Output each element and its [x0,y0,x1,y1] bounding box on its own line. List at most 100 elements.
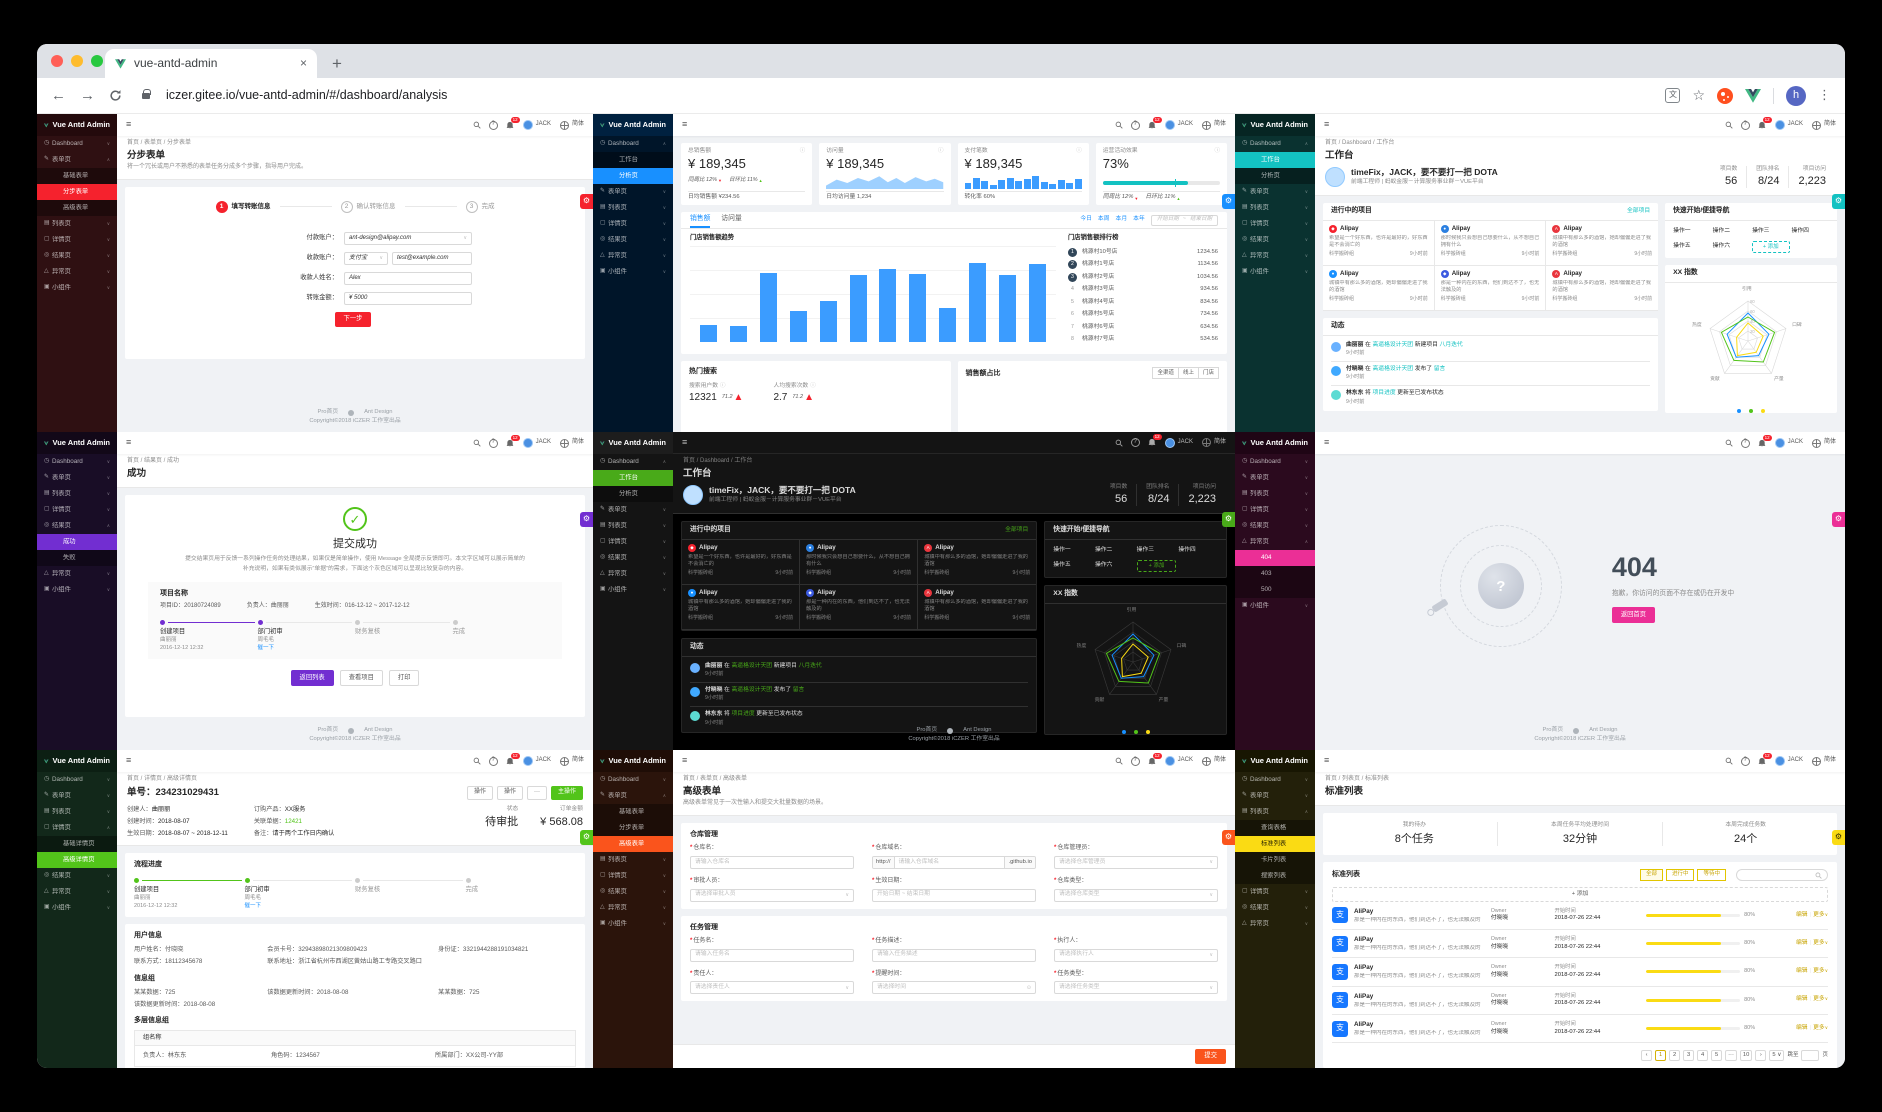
sidebar-item[interactable]: ▤ 列表页 ∨ [593,852,673,868]
browser-menu-icon[interactable]: ⋮ [1818,87,1831,104]
search-icon[interactable] [473,121,481,129]
user-avatar[interactable] [1774,756,1785,766]
payee-name-input[interactable]: Alex [344,271,472,285]
new-tab-button[interactable]: + [323,50,351,78]
sidebar-item[interactable]: 基础详情页 [37,836,117,852]
theme-settings-button[interactable]: ⚙ [1222,512,1235,527]
language-icon[interactable] [1811,438,1821,448]
footer-link[interactable]: Ant Design [963,727,991,735]
all-projects-link[interactable]: 全部项目 [1005,527,1028,535]
sidebar-item[interactable]: ▣ 小组件 ∨ [37,582,117,598]
search-icon[interactable] [1115,439,1123,447]
app-logo[interactable]: Vue Antd Admin [593,432,673,454]
maximize-window-button[interactable] [91,55,103,67]
bookmark-star-icon[interactable]: ☆ [1692,86,1705,104]
question-icon[interactable]: ? [1130,756,1140,766]
sidebar-item[interactable]: ▢ 详情页 ∨ [1235,884,1315,900]
language-icon[interactable] [559,120,569,130]
form-input[interactable]: 请选择仓库类型 ∨ [1054,888,1218,902]
form-input[interactable]: 请选择执行人 ∨ [1054,948,1218,962]
range-link[interactable]: 本年 [1133,216,1145,224]
sidebar-item[interactable]: ◷ Dashboard ∧ [593,454,673,470]
sidebar-item[interactable]: ◎ 结果页 ∨ [37,248,117,264]
range-link[interactable]: 今日 [1080,216,1092,224]
page-button[interactable]: 5 [1711,1050,1723,1062]
sidebar-item[interactable]: ◎ 结果页 ∨ [593,232,673,248]
sidebar-item[interactable]: ▢ 详情页 ∨ [593,534,673,550]
sidebar-item[interactable]: 分析页 [1235,168,1315,184]
vue-devtools-icon[interactable] [1745,88,1761,103]
tab-sales[interactable]: 销售额 [690,212,711,228]
rank-row[interactable]: 4 桃源村3号店 934.56 [1068,284,1218,297]
language-label[interactable]: 简体 [1824,757,1836,765]
github-icon[interactable] [947,727,954,734]
sidebar-item[interactable]: ▤ 列表页 ∧ [1235,804,1315,820]
sidebar-item[interactable]: ▣ 小组件 ∨ [1235,264,1315,280]
quick-op-link[interactable]: 操作一 [1053,545,1093,557]
sidebar-item[interactable]: △ 异常页 ∨ [37,264,117,280]
app-logo[interactable]: Vue Antd Admin [1235,432,1315,454]
sidebar-item[interactable]: 分析页 [593,168,673,184]
view-project-button[interactable]: 查看项目 [339,670,383,686]
sidebar-item[interactable]: ◎ 结果页 ∧ [37,518,117,534]
sidebar-item[interactable]: ◎ 结果页 ∨ [1235,518,1315,534]
rank-row[interactable]: 5 桃源村4号店 834.56 [1068,296,1218,309]
more-link[interactable]: 更多 [1813,1025,1825,1031]
user-avatar[interactable] [1774,438,1785,448]
sidebar-item[interactable]: ◷ Dashboard ∨ [1235,772,1315,788]
sidebar-item[interactable]: 卡片列表 [1235,852,1315,868]
form-input[interactable]: 请输入任务描述 [872,948,1036,962]
sidebar-item[interactable]: 高级详情页 [37,852,117,868]
menu-fold-icon[interactable]: ≡ [126,437,131,449]
menu-fold-icon[interactable]: ≡ [1324,437,1329,449]
app-logo[interactable]: Vue Antd Admin [37,432,117,454]
sidebar-item[interactable]: ▣ 小组件 ∨ [37,280,117,296]
project-card[interactable]: A Alipay 城镇中有那么多的酒馆，她却偏偏走进了我的酒馆 科学搬砖组 9小时前 [1546,266,1659,311]
browser-tab[interactable]: vue-antd-admin × [105,49,317,78]
amount-input[interactable]: ¥ 5000 [344,291,472,305]
tab-visits[interactable]: 访问量 [721,212,741,228]
payer-account-select[interactable]: ant-design@alipay.com ∨ [344,231,472,245]
sidebar-item[interactable]: 成功 [37,534,117,550]
app-logo[interactable]: Vue Antd Admin [1235,114,1315,136]
extension-icon-orange[interactable] [1717,87,1733,104]
breadcrumb[interactable]: 首页 / 表单页 / 分步表单 [127,140,583,148]
footer-link[interactable]: Pro首页 [917,727,938,735]
theme-settings-button[interactable]: ⚙ [580,512,593,527]
bell-icon[interactable]: 12 [506,116,520,130]
project-card[interactable]: ◆ Alipay 希望是一个好东西，也许是最好的，好东西是不会消亡的 科学搬砖组 9… [1323,220,1435,266]
project-card[interactable]: ◆ Alipay 那是一种内在的东西，他们到达不了，也无法触及的 科学搬砖组 9小时… [1434,265,1547,311]
translate-icon[interactable]: 文 [1665,88,1681,103]
info-icon[interactable]: ⓘ [938,148,944,156]
menu-fold-icon[interactable]: ≡ [126,119,131,131]
sidebar-item[interactable]: ▣ 小组件 ∨ [37,900,117,916]
user-avatar[interactable] [522,120,533,130]
question-icon[interactable]: ? [1740,756,1750,766]
menu-fold-icon[interactable]: ≡ [682,119,687,131]
prev-page-button[interactable]: ‹ [1641,1050,1653,1062]
payee-type-select[interactable]: 支付宝 ∨ [344,251,388,265]
footer-link[interactable]: Ant Design [1589,727,1617,735]
sidebar-item[interactable]: ✎ 表单页 ∨ [37,470,117,486]
search-icon[interactable] [473,757,481,765]
question-icon[interactable]: ? [1130,120,1140,130]
user-avatar[interactable] [522,756,533,766]
sidebar-item[interactable]: ▢ 详情页 ∨ [37,502,117,518]
print-button[interactable]: 打印 [388,670,420,686]
breadcrumb[interactable]: 首页 / 详情页 / 高级详情页 [127,776,583,784]
language-icon[interactable] [1201,120,1211,130]
bell-icon[interactable]: 12 [506,752,520,766]
bell-icon[interactable]: 12 [1758,116,1772,130]
sidebar-item[interactable]: ◷ Dashboard ∧ [593,136,673,152]
language-icon[interactable] [559,438,569,448]
bell-icon[interactable]: 12 [1148,752,1162,766]
sidebar-item[interactable]: 基础表单 [37,168,117,184]
range-link[interactable]: 本周 [1098,216,1110,224]
user-avatar[interactable] [1774,120,1785,130]
sidebar-item[interactable]: ▣ 小组件 ∨ [1235,598,1315,614]
sidebar-item[interactable]: 搜索列表 [1235,868,1315,884]
page-button[interactable]: 4 [1697,1050,1709,1062]
date-range-picker[interactable]: 开始日期 ~ 结束日期 [1150,214,1218,226]
language-icon[interactable] [559,756,569,766]
quick-op-link[interactable]: 操作四 [1178,545,1218,557]
